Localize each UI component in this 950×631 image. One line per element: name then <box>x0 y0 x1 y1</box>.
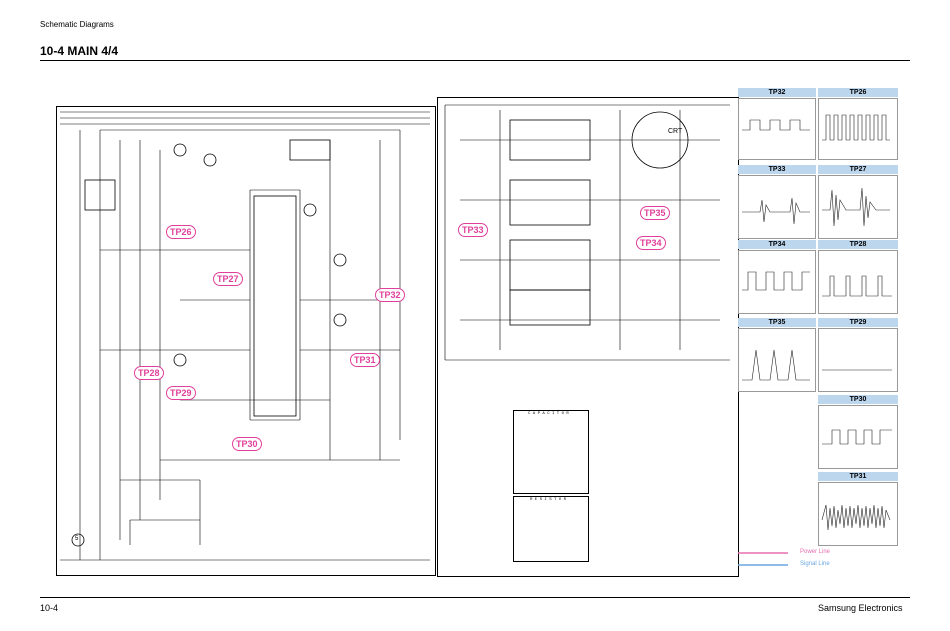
waveform-traces <box>742 114 892 531</box>
company-name: Samsung Electronics <box>818 603 903 613</box>
page-number: 10-4 <box>40 603 59 613</box>
